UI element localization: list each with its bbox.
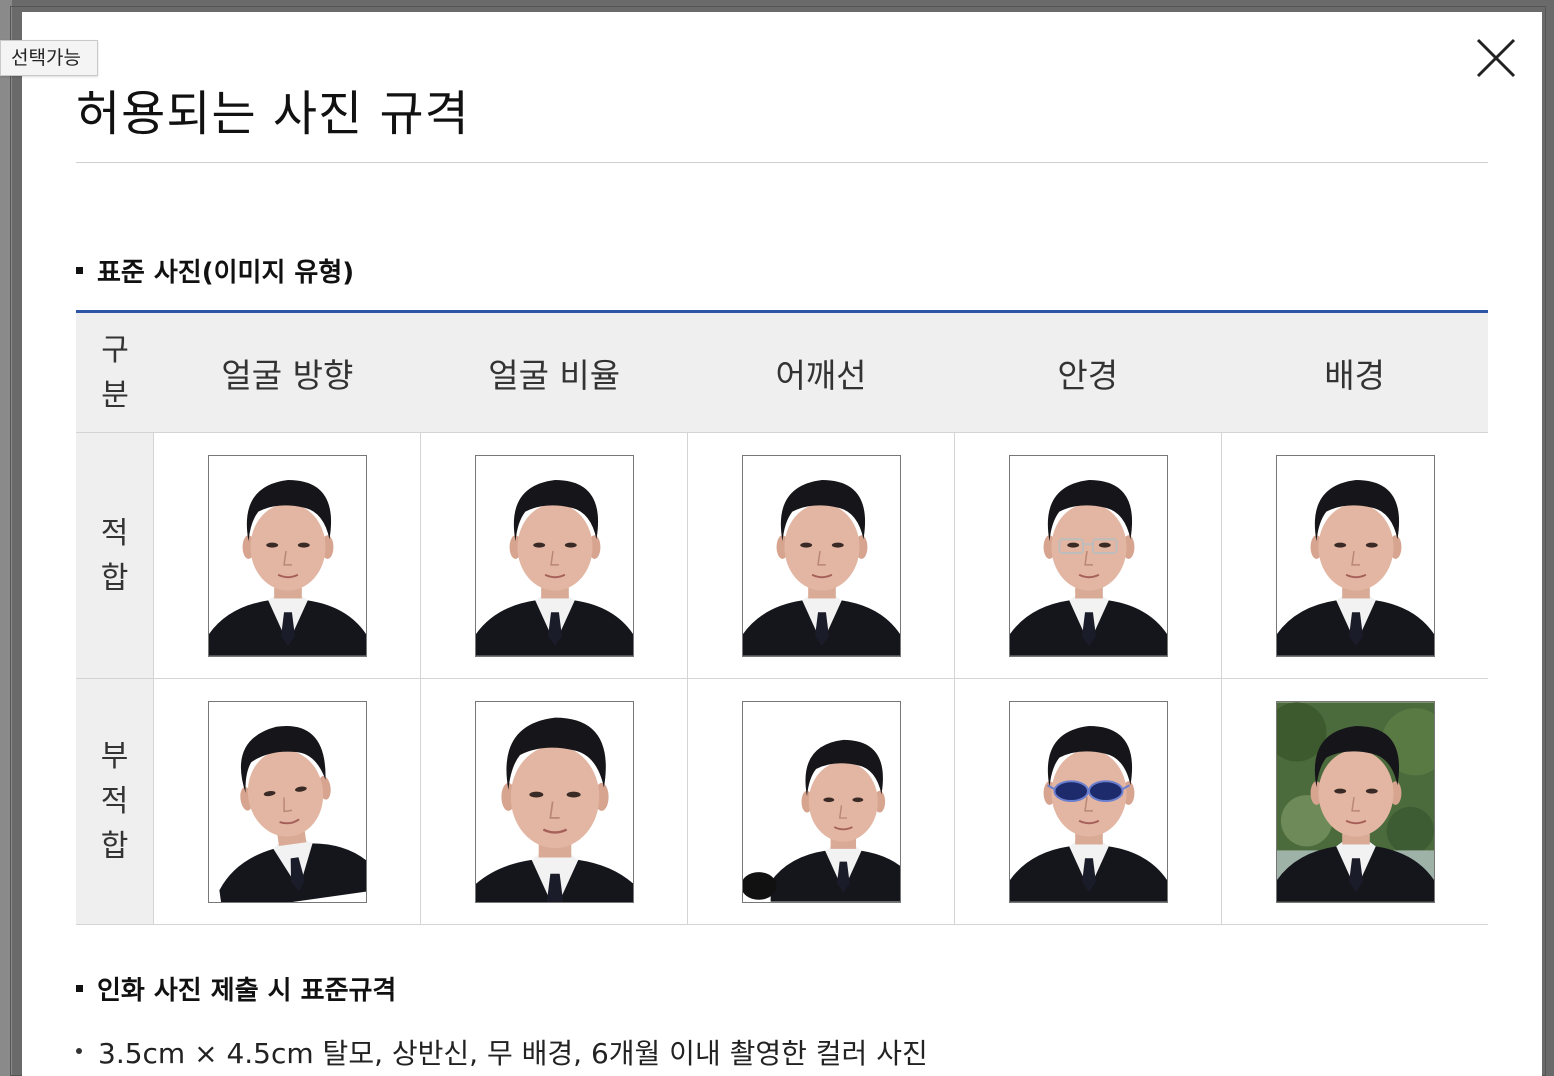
column-header: 안경 <box>1057 355 1119 395</box>
square-bullet-icon <box>76 985 83 992</box>
table-cell <box>1222 433 1488 678</box>
section-heading-standard-photo: 표준 사진(이미지 유형) <box>76 252 354 289</box>
section-heading-text: 표준 사진(이미지 유형) <box>97 258 355 288</box>
row-label-text: 부적합 <box>100 739 129 864</box>
list-item: 3.5cm × 4.5cm 탈모, 상반신, 무 배경, 6개월 이내 촬영한 … <box>76 1032 928 1072</box>
table-cell <box>421 679 688 924</box>
table-cell <box>154 679 421 924</box>
section-heading-print-photo: 인화 사진 제출 시 표준규격 <box>76 970 396 1007</box>
table-cell <box>955 679 1222 924</box>
list-item-text: 3.5cm × 4.5cm 탈모, 상반신, 무 배경, 6개월 이내 촬영한 … <box>98 1037 928 1070</box>
tooltip: 선택가능 <box>0 40 98 76</box>
photo-spec-table: 구분 얼굴 방향 얼굴 비율 어깨선 안경 배경 적합 부적합 <box>76 310 1488 925</box>
close-button[interactable] <box>1474 36 1518 80</box>
suitable-glasses-photo <box>1008 454 1168 657</box>
table-cell <box>688 433 955 678</box>
row-label-suitable: 적합 <box>76 433 154 678</box>
suitable-face-direction-photo <box>207 454 367 657</box>
table-cell <box>955 433 1222 678</box>
corner-label-text: 구분 <box>101 332 129 413</box>
unsuitable-face-direction-photo <box>207 700 367 903</box>
unsuitable-background-photo <box>1275 700 1435 903</box>
suitable-face-ratio-photo <box>474 454 634 657</box>
table-cell <box>688 679 955 924</box>
column-header: 얼굴 방향 <box>221 355 354 395</box>
row-label-text: 적합 <box>100 515 129 596</box>
table-cell <box>154 433 421 678</box>
modal-title: 허용되는 사진 규격 <box>76 86 470 142</box>
bullet-dot-icon <box>76 1048 82 1054</box>
background-page-strip <box>0 0 12 1076</box>
unsuitable-glasses-photo <box>1008 700 1168 903</box>
suitable-shoulder-photo <box>741 454 901 657</box>
row-label-unsuitable: 부적합 <box>76 679 154 924</box>
column-header: 얼굴 비율 <box>488 355 621 395</box>
unsuitable-face-ratio-photo <box>474 700 634 903</box>
column-header: 어깨선 <box>775 355 867 395</box>
suitable-background-photo <box>1275 454 1435 657</box>
table-row-suitable: 적합 <box>76 433 1488 679</box>
table-corner-label: 구분 <box>76 313 154 432</box>
table-row-unsuitable: 부적합 <box>76 679 1488 925</box>
title-divider <box>76 162 1488 163</box>
table-cell <box>421 433 688 678</box>
close-icon <box>1476 38 1516 78</box>
section-heading-text: 인화 사진 제출 시 표준규격 <box>97 976 397 1006</box>
table-header-row: 구분 얼굴 방향 얼굴 비율 어깨선 안경 배경 <box>76 313 1488 433</box>
unsuitable-shoulder-photo <box>741 700 901 903</box>
square-bullet-icon <box>76 267 83 274</box>
column-header: 배경 <box>1324 355 1385 395</box>
photo-spec-modal: 허용되는 사진 규격 표준 사진(이미지 유형) 구분 얼굴 방향 얼굴 비율 … <box>22 12 1542 1076</box>
table-cell <box>1222 679 1488 924</box>
